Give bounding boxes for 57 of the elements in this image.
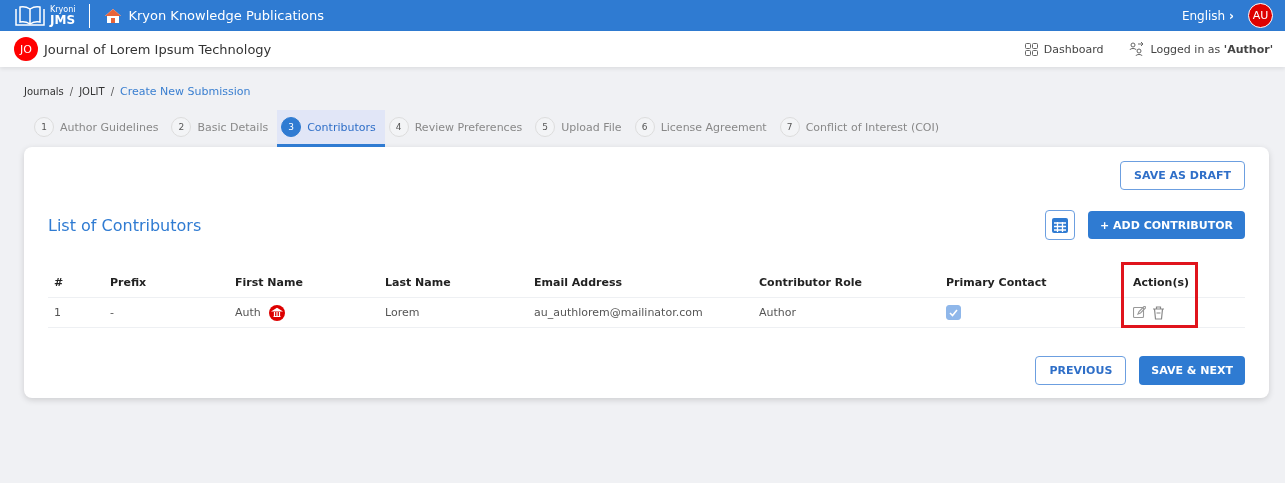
grid-icon xyxy=(1024,42,1038,56)
primary-contact-checkbox[interactable] xyxy=(946,305,961,320)
breadcrumb-separator: / xyxy=(110,85,114,97)
journal-avatar: JO xyxy=(14,37,38,61)
column-header: Last Name xyxy=(385,276,452,289)
table-cell-text: Author xyxy=(759,306,798,319)
breadcrumb-separator: / xyxy=(69,85,74,97)
table-cell-text: 1 xyxy=(54,306,62,319)
dashboard-link[interactable]: Dashboard xyxy=(1024,42,1104,56)
step-tab[interactable]: 6 License Agreement xyxy=(630,110,776,147)
save-draft-button[interactable]: SAVE AS DRAFT xyxy=(1120,161,1245,190)
step-number: 5 xyxy=(535,117,556,137)
trash-icon[interactable] xyxy=(1152,305,1165,320)
column-header: # xyxy=(54,276,65,289)
previous-button[interactable]: PREVIOUS xyxy=(1035,356,1127,385)
logged-in-status[interactable]: Logged in as 'Author' xyxy=(1129,41,1273,57)
column-header: Prefix xyxy=(110,276,148,289)
breadcrumb-link[interactable]: JOLIT xyxy=(79,85,105,97)
check-icon xyxy=(949,308,958,317)
journal-title: Journal of Lorem Ipsum Technology xyxy=(44,41,272,57)
column-header: Primary Contact xyxy=(946,276,1048,289)
step-tab[interactable]: 2 Basic Details xyxy=(167,110,278,147)
column-header: First Name xyxy=(235,276,304,289)
step-tab[interactable]: 5 Upload File xyxy=(531,110,631,147)
step-tab[interactable]: 7 Conflict of Interest (COI) xyxy=(775,110,949,147)
table-cell-text: au_authlorem@mailinator.com xyxy=(534,306,704,319)
book-icon xyxy=(14,4,46,27)
edit-icon[interactable] xyxy=(1133,306,1146,319)
breadcrumb-link[interactable]: Journals xyxy=(24,85,64,97)
step-number: 3 xyxy=(281,117,302,137)
step-tab[interactable]: 3 Contributors xyxy=(277,110,385,147)
section-title: List of Contributors xyxy=(48,215,202,235)
table-cell-text: Lorem xyxy=(385,306,421,319)
column-header: Email Address xyxy=(534,276,623,289)
step-number: 7 xyxy=(779,117,800,137)
publisher-name: Kryon Knowledge Publications xyxy=(128,8,325,23)
table-cell-text: - xyxy=(110,306,115,319)
user-avatar[interactable]: AU xyxy=(1248,3,1273,28)
logo-text: JMS xyxy=(50,13,76,26)
users-icon xyxy=(1129,41,1145,57)
column-header: Contributor Role xyxy=(759,276,863,289)
save-next-button[interactable]: SAVE & NEXT xyxy=(1139,356,1245,385)
breadcrumb-link[interactable]: Create New Submission xyxy=(120,84,251,98)
step-number: 6 xyxy=(634,117,655,137)
step-tab[interactable]: 1 Author Guidelines xyxy=(30,110,168,147)
home-icon xyxy=(104,7,123,24)
step-number: 4 xyxy=(388,117,409,137)
table-view-button[interactable] xyxy=(1045,210,1075,240)
logo-subtitle: Kryoni xyxy=(50,5,76,14)
table-cell: Auth xyxy=(235,306,261,319)
column-header: Action(s) xyxy=(1133,276,1191,289)
step-tab[interactable]: 4 Review Preferences xyxy=(384,110,532,147)
add-contributor-button[interactable]: + ADD CONTRIBUTOR xyxy=(1088,211,1245,239)
language-selector[interactable]: English › xyxy=(1181,8,1234,23)
step-number: 2 xyxy=(171,117,192,137)
table-icon xyxy=(1052,217,1068,233)
step-number: 1 xyxy=(34,117,54,137)
